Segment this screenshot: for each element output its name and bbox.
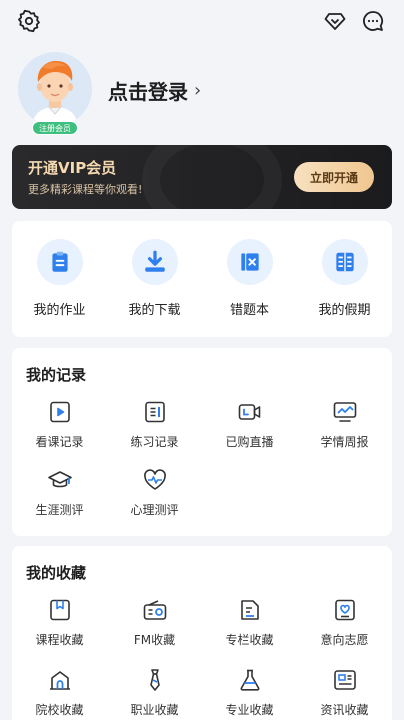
- member-badge: 注册会员: [32, 121, 78, 135]
- record-item-career-assessment[interactable]: 生涯测评: [12, 468, 107, 518]
- favorite-label: 专业收藏: [225, 703, 274, 717]
- profile-section[interactable]: 注册会员 点击登录 ›: [16, 50, 396, 138]
- login-link[interactable]: 点击登录 ›: [108, 76, 201, 105]
- favorite-label: 专栏收藏: [225, 633, 274, 647]
- record-label: 练习记录: [130, 435, 179, 449]
- top-bar: [0, 0, 404, 42]
- quick-action-label: 错题本: [229, 303, 269, 318]
- vip-banner[interactable]: 开通VIP会员 更多精彩课程等你观看! 立即开通: [12, 145, 392, 209]
- heart-pulse-icon: [141, 468, 169, 492]
- radio-icon: [141, 598, 169, 622]
- favorites-title: 我的收藏: [26, 564, 87, 582]
- record-label: 已购直播: [225, 435, 274, 449]
- record-item-psychology-assessment[interactable]: 心理测评: [107, 468, 202, 518]
- favorites-card: 我的收藏 课程收藏 FM收藏 专栏收藏 意向志愿 院校收藏 职业收藏 专业收藏 …: [12, 546, 392, 720]
- avatar[interactable]: 注册会员: [16, 50, 94, 135]
- quick-action-wrong-book[interactable]: 错题本: [202, 239, 297, 318]
- heart-card-icon: [331, 598, 359, 622]
- record-item-exercise[interactable]: 练习记录: [107, 400, 202, 450]
- quick-action-label: 我的下载: [128, 303, 181, 318]
- record-label: 学情周报: [320, 435, 369, 449]
- quick-actions-card: 我的作业 我的下载 错题本 我的假期: [12, 221, 392, 337]
- vip-title: 开通VIP会员: [28, 159, 117, 177]
- favorite-label: 院校收藏: [35, 703, 84, 717]
- favorite-item-fm[interactable]: FM收藏: [107, 598, 202, 648]
- favorite-label: 资讯收藏: [320, 703, 369, 717]
- quick-action-label: 我的假期: [318, 303, 371, 318]
- favorite-label: 课程收藏: [35, 633, 84, 647]
- message-icon[interactable]: [360, 8, 386, 34]
- column-doc-icon: [236, 598, 264, 622]
- login-text: 点击登录: [108, 80, 188, 104]
- favorite-label: 意向志愿: [320, 633, 369, 647]
- record-item-purchased-live[interactable]: 已购直播: [202, 400, 297, 450]
- diamond-icon[interactable]: [322, 8, 348, 34]
- favorite-item-major[interactable]: 专业收藏: [202, 668, 297, 718]
- record-item-weekly-report[interactable]: 学情周报: [297, 400, 392, 450]
- record-label: 心理测评: [130, 503, 179, 517]
- course-bookmark-icon: [46, 598, 74, 622]
- quick-action-download[interactable]: 我的下载: [107, 239, 202, 318]
- chevron-right-icon: ›: [194, 80, 202, 101]
- school-icon: [46, 668, 74, 692]
- report-chart-icon: [331, 400, 359, 424]
- records-title: 我的记录: [26, 366, 87, 384]
- quick-action-label: 我的作业: [33, 303, 86, 318]
- favorite-label: 职业收藏: [130, 703, 179, 717]
- favorite-item-news[interactable]: 资讯收藏: [297, 668, 392, 718]
- news-icon: [331, 668, 359, 692]
- favorite-item-career[interactable]: 职业收藏: [107, 668, 202, 718]
- record-label: 看课记录: [35, 435, 84, 449]
- vip-subtitle: 更多精彩课程等你观看!: [28, 183, 143, 196]
- favorite-item-column[interactable]: 专栏收藏: [202, 598, 297, 648]
- quick-action-holiday[interactable]: 我的假期: [297, 239, 392, 318]
- favorite-item-school[interactable]: 院校收藏: [12, 668, 107, 718]
- banner-decoration: [142, 145, 282, 209]
- holiday-book-icon: [321, 239, 368, 285]
- favorite-item-aspiration[interactable]: 意向志愿: [297, 598, 392, 648]
- graduation-cap-icon: [46, 468, 74, 492]
- avatar-image: [18, 52, 92, 126]
- favorite-item-course[interactable]: 课程收藏: [12, 598, 107, 648]
- record-label: 生涯测评: [35, 503, 84, 517]
- record-item-course-history[interactable]: 看课记录: [12, 400, 107, 450]
- gear-icon[interactable]: [16, 8, 42, 34]
- download-icon: [131, 239, 178, 285]
- clipboard-icon: [36, 239, 83, 285]
- quick-action-homework[interactable]: 我的作业: [12, 239, 107, 318]
- flask-icon: [236, 668, 264, 692]
- open-vip-button[interactable]: 立即开通: [294, 162, 374, 192]
- exercise-icon: [141, 400, 169, 424]
- play-icon: [46, 400, 74, 424]
- wrong-book-icon: [226, 239, 273, 285]
- live-camera-icon: [236, 400, 264, 424]
- favorite-label: FM收藏: [133, 633, 176, 647]
- tie-icon: [141, 668, 169, 692]
- records-card: 我的记录 看课记录 练习记录 已购直播 学情周报 生涯测评 心理测评: [12, 348, 392, 536]
